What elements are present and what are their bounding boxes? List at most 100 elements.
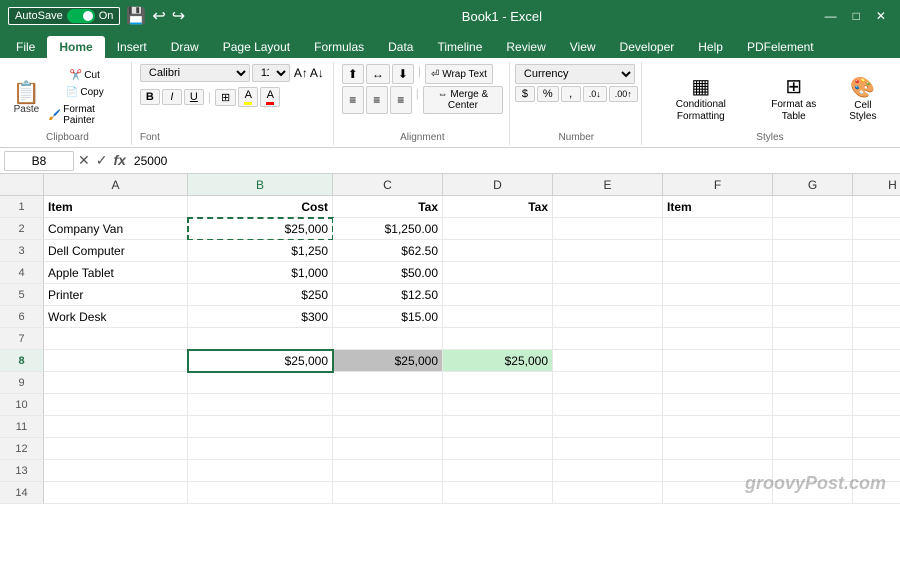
cell[interactable] [773,394,853,416]
align-right-button[interactable]: ≡ [390,86,412,114]
cell[interactable] [853,438,900,460]
cell[interactable]: $1,250 [188,240,333,262]
cell[interactable] [773,416,853,438]
cell[interactable] [44,460,188,482]
format-painter-button[interactable]: 🖌️ Format Painter [45,102,125,128]
cell[interactable] [853,372,900,394]
cell[interactable] [443,262,553,284]
cell[interactable] [553,284,663,306]
align-center-button[interactable]: ≡ [366,86,388,114]
cell[interactable] [553,394,663,416]
font-size-select[interactable]: 11 [252,64,290,82]
cell[interactable] [773,350,853,372]
cell[interactable] [663,218,773,240]
cell[interactable]: Apple Tablet [44,262,188,284]
cell[interactable] [553,196,663,218]
cell[interactable] [44,350,188,372]
tab-help[interactable]: Help [686,36,735,58]
cell[interactable] [443,460,553,482]
cell[interactable] [853,416,900,438]
cell[interactable] [188,460,333,482]
cell[interactable] [443,218,553,240]
align-bottom-button[interactable]: ⬇ [392,64,414,84]
cell[interactable] [443,328,553,350]
cell[interactable]: Item [44,196,188,218]
row-number[interactable]: 6 [0,306,44,328]
paste-button[interactable]: 📋 Paste [10,82,43,115]
cell[interactable] [443,394,553,416]
cell[interactable] [44,416,188,438]
cell[interactable] [188,394,333,416]
col-header-f[interactable]: F [663,174,773,195]
cell[interactable]: Dell Computer [44,240,188,262]
tab-formulas[interactable]: Formulas [302,36,376,58]
cell[interactable] [553,350,663,372]
bold-button[interactable]: B [140,89,160,105]
tab-file[interactable]: File [4,36,47,58]
col-header-a[interactable]: A [44,174,188,195]
cell[interactable] [553,438,663,460]
row-number[interactable]: 5 [0,284,44,306]
cell[interactable] [663,328,773,350]
cell[interactable] [773,438,853,460]
cell[interactable] [443,306,553,328]
tab-review[interactable]: Review [494,36,557,58]
cell[interactable] [443,284,553,306]
decrease-font-icon[interactable]: A↓ [310,66,324,80]
cell[interactable] [443,240,553,262]
cell[interactable]: $62.50 [333,240,443,262]
row-number[interactable]: 2 [0,218,44,240]
formula-input[interactable] [130,152,896,170]
undo-icon[interactable]: ↩ [152,6,165,26]
cell[interactable] [44,372,188,394]
italic-button[interactable]: I [162,89,182,105]
cell[interactable] [663,394,773,416]
cell[interactable] [443,438,553,460]
cell-styles-button[interactable]: 🎨 Cell Styles [836,71,890,126]
cell[interactable] [188,372,333,394]
cell[interactable] [773,218,853,240]
cell[interactable]: $300 [188,306,333,328]
wrap-text-button[interactable]: ⏎ Wrap Text [425,64,493,84]
cell[interactable] [853,262,900,284]
cell[interactable] [773,306,853,328]
copy-button[interactable]: 📄 Copy [45,85,125,100]
cell[interactable] [333,460,443,482]
cell[interactable] [333,416,443,438]
cell[interactable]: $12.50 [333,284,443,306]
tab-pdfelement[interactable]: PDFelement [735,36,826,58]
border-button[interactable]: ⊞ [215,89,236,106]
cell[interactable] [553,460,663,482]
row-number[interactable]: 12 [0,438,44,460]
cell[interactable] [773,240,853,262]
cell[interactable] [188,328,333,350]
cell[interactable] [443,416,553,438]
cell[interactable]: $25,000 [188,350,333,372]
cell[interactable] [333,482,443,504]
row-number[interactable]: 7 [0,328,44,350]
cell[interactable]: $1,000 [188,262,333,284]
increase-font-icon[interactable]: A↑ [294,66,308,80]
font-name-select[interactable]: Calibri [140,64,250,82]
cut-button[interactable]: ✂️ Cut [45,68,125,83]
cell[interactable]: $15.00 [333,306,443,328]
cell[interactable]: Item [663,196,773,218]
tab-data[interactable]: Data [376,36,425,58]
maximize-btn[interactable]: □ [847,9,866,23]
increase-decimal-button[interactable]: .00↑ [609,86,638,102]
row-number[interactable]: 3 [0,240,44,262]
confirm-formula-icon[interactable]: ✓ [96,152,108,169]
row-number[interactable]: 14 [0,482,44,504]
font-color-button[interactable]: A [260,87,280,107]
tab-home[interactable]: Home [47,36,104,58]
cell[interactable] [853,218,900,240]
cell[interactable] [44,438,188,460]
cell[interactable] [663,416,773,438]
cell[interactable] [44,328,188,350]
merge-center-button[interactable]: ⇔ Merge & Center [423,86,503,114]
accounting-button[interactable]: $ [515,86,535,102]
cell[interactable] [553,372,663,394]
cell[interactable] [44,394,188,416]
row-number[interactable]: 9 [0,372,44,394]
cell[interactable] [188,416,333,438]
